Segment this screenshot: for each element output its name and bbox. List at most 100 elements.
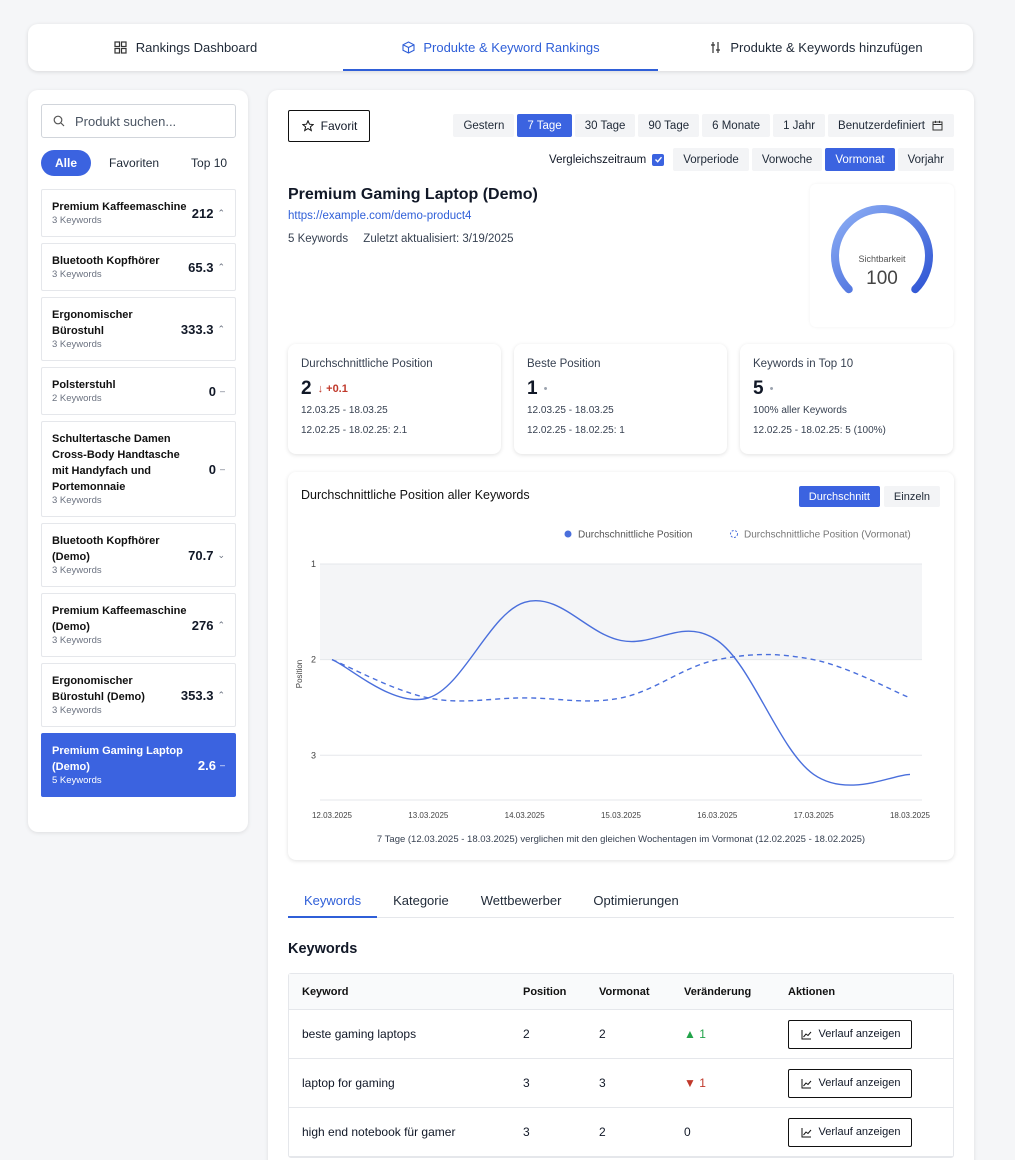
cell-position: 3 [523, 1076, 530, 1090]
table-row: high end notebook für gamer 3 2 0 Verlauf an… [289, 1108, 953, 1157]
compare-toggle[interactable]: Vergleichszeitraum [549, 153, 665, 166]
compare-previous-month[interactable]: Vormonat [825, 148, 895, 171]
period-custom[interactable]: Benutzerdefiniert [828, 114, 954, 137]
product-list-item[interactable]: Ergonomischer Bürostuhl (Demo) 3 Keywords… [41, 663, 236, 727]
legend-label-current: Durchschnittliche Position [578, 530, 693, 541]
kpi-value-row: 5 • [753, 378, 940, 400]
kpi-average-position: Durchschnittliche Position 2 ↓ +0.1 12.0… [288, 344, 501, 454]
period-30-days[interactable]: 30 Tage [574, 114, 636, 137]
chart-mode-toggle: Durchschnitt Einzeln [798, 486, 940, 507]
chart-mode-average[interactable]: Durchschnitt [798, 486, 880, 507]
product-list-item[interactable]: Premium Kaffeemaschine 3 Keywords 212 ⌃ [41, 189, 236, 237]
line-chart-icon [800, 1125, 814, 1139]
dash-icon: – [219, 760, 225, 770]
chevron-up-icon: ⌃ [217, 323, 225, 334]
product-keyword-count: 2 Keywords [52, 393, 102, 404]
product-keyword-count: 3 Keywords [52, 495, 102, 506]
triangle-up-icon: ▲ [684, 1027, 700, 1041]
nav-tab-dashboard[interactable]: Rankings Dashboard [28, 24, 343, 71]
legend-label-previous: Durchschnittliche Position (Vormonat) [744, 530, 911, 541]
compare-previous-week[interactable]: Vorwoche [751, 148, 823, 171]
product-url-link[interactable]: https://example.com/demo-product4 [288, 210, 471, 222]
chevron-up-icon: ⌃ [217, 689, 225, 700]
series-line-previous [331, 653, 911, 702]
period-7-days[interactable]: 7 Tage [517, 114, 572, 137]
favorite-button[interactable]: Favorit [288, 110, 370, 142]
product-info: Ergonomischer Bürostuhl 3 Keywords [52, 307, 181, 351]
gauge-value: 100 [866, 268, 898, 289]
kpi-period: 12.03.25 - 18.03.25 [527, 405, 614, 416]
nav-tab-products-rankings[interactable]: Produkte & Keyword Rankings [343, 24, 658, 71]
kpi-delta-dot: • [769, 383, 774, 395]
product-list-item[interactable]: Bluetooth Kopfhörer (Demo) 3 Keywords 70.7… [41, 523, 236, 587]
product-search-input[interactable] [75, 113, 225, 129]
compare-previous-period[interactable]: Vorperiode [673, 148, 749, 171]
product-name: Ergonomischer Bürostuhl (Demo) [52, 675, 145, 703]
product-list-item[interactable]: Premium Gaming Laptop (Demo) 5 Keywords 2.… [41, 733, 236, 797]
kpi-value-row: 1 • [527, 378, 714, 400]
product-score: 0– [209, 462, 225, 477]
header-position[interactable]: Position [523, 986, 599, 998]
cell-change: 0 [684, 1125, 788, 1139]
product-score-value: 353.3 [180, 687, 214, 703]
line-chart-icon [800, 1027, 814, 1041]
tab-category[interactable]: Kategorie [377, 884, 465, 917]
main-panel: Favorit Gestern 7 Tage 30 Tage 90 Tage 6… [268, 90, 974, 1160]
period-yesterday[interactable]: Gestern [453, 114, 515, 137]
filter-top10[interactable]: Top 10 [177, 150, 241, 176]
product-keyword-count: 5 Keywords [52, 775, 102, 786]
period-6-months[interactable]: 6 Monate [702, 114, 771, 137]
header-keyword[interactable]: Keyword [289, 986, 523, 998]
table-body: beste gaming laptops 2 2 ▲ 1 Verlauf anzeige… [289, 1010, 953, 1157]
chevron-up-icon: ⌃ [217, 261, 225, 272]
compare-previous-year[interactable]: Vorjahr [897, 148, 954, 171]
period-selector: Gestern 7 Tage 30 Tage 90 Tage 6 Monate … [453, 114, 954, 137]
chevron-up-icon: ⌃ [217, 207, 225, 218]
period-90-days[interactable]: 90 Tage [638, 114, 700, 137]
product-score: 212 ⌃ [192, 206, 225, 221]
position-chart-card: Durchschnittliche Position aller Keyword… [288, 472, 954, 860]
show-history-label: Verlauf anzeigen [818, 1126, 901, 1138]
header-previous[interactable]: Vormonat [599, 986, 684, 998]
cell-previous: 3 [599, 1076, 606, 1090]
show-history-button[interactable]: Verlauf anzeigen [788, 1019, 912, 1049]
product-score: 70.7 ⌄ [188, 548, 225, 563]
show-history-label: Verlauf anzeigen [818, 1028, 901, 1040]
kpi-comparison: 12.02.25 - 18.02.25: 2.1 [301, 425, 408, 436]
tab-keywords[interactable]: Keywords [288, 884, 378, 918]
product-score-value: 333.3 [180, 321, 214, 337]
cell-actions: Verlauf anzeigen [788, 1117, 953, 1147]
product-info: Ergonomischer Bürostuhl (Demo) 3 Keywords [52, 673, 181, 717]
y-tick-label: 1 [311, 559, 316, 569]
kpi-comparison: 12.02.25 - 18.02.25: 1 [527, 425, 625, 436]
product-list-item[interactable]: Polsterstuhl 2 Keywords 0– [41, 367, 236, 415]
nav-tab-add-products[interactable]: Produkte & Keywords hinzufügen [658, 24, 973, 71]
product-keyword-count: 3 Keywords [52, 705, 102, 716]
filter-all[interactable]: Alle [41, 150, 92, 176]
compare-checkbox-icon[interactable] [652, 153, 665, 166]
keywords-section-title: Keywords [288, 941, 358, 957]
product-list-item[interactable]: Schultertasche Damen Cross-Body Handtasc… [41, 421, 236, 517]
show-history-button[interactable]: Verlauf anzeigen [788, 1117, 912, 1147]
header-change[interactable]: Veränderung [684, 986, 788, 998]
calendar-icon [930, 119, 944, 133]
product-score-value: 276 [191, 617, 214, 633]
tab-competitors[interactable]: Wettbewerber [465, 884, 578, 917]
cell-keyword: beste gaming laptops [302, 1027, 417, 1041]
cell-change-value: 1 [699, 1076, 706, 1090]
product-list-item[interactable]: Bluetooth Kopfhörer 3 Keywords 65.3 ⌃ [41, 243, 236, 291]
product-list-item[interactable]: Ergonomischer Bürostuhl 3 Keywords 333.3 ⌃ [41, 297, 236, 361]
filter-favorites[interactable]: Favoriten [95, 150, 173, 176]
dash-icon: – [219, 386, 225, 396]
show-history-button[interactable]: Verlauf anzeigen [788, 1068, 912, 1098]
grid-icon [114, 41, 128, 55]
period-1-year[interactable]: 1 Jahr [773, 114, 826, 137]
tab-optimizations[interactable]: Optimierungen [577, 884, 694, 917]
x-tick-label: 14.03.2025 [505, 811, 546, 820]
product-list-item[interactable]: Premium Kaffeemaschine (Demo) 3 Keywords 2… [41, 593, 236, 657]
chart-mode-single[interactable]: Einzeln [883, 486, 940, 507]
visibility-gauge: Sichtbarkeit 100 [810, 184, 954, 327]
product-name: Bluetooth Kopfhörer [52, 255, 160, 267]
x-tick-label: 18.03.2025 [890, 811, 931, 820]
y-tick-label: 2 [311, 655, 316, 665]
